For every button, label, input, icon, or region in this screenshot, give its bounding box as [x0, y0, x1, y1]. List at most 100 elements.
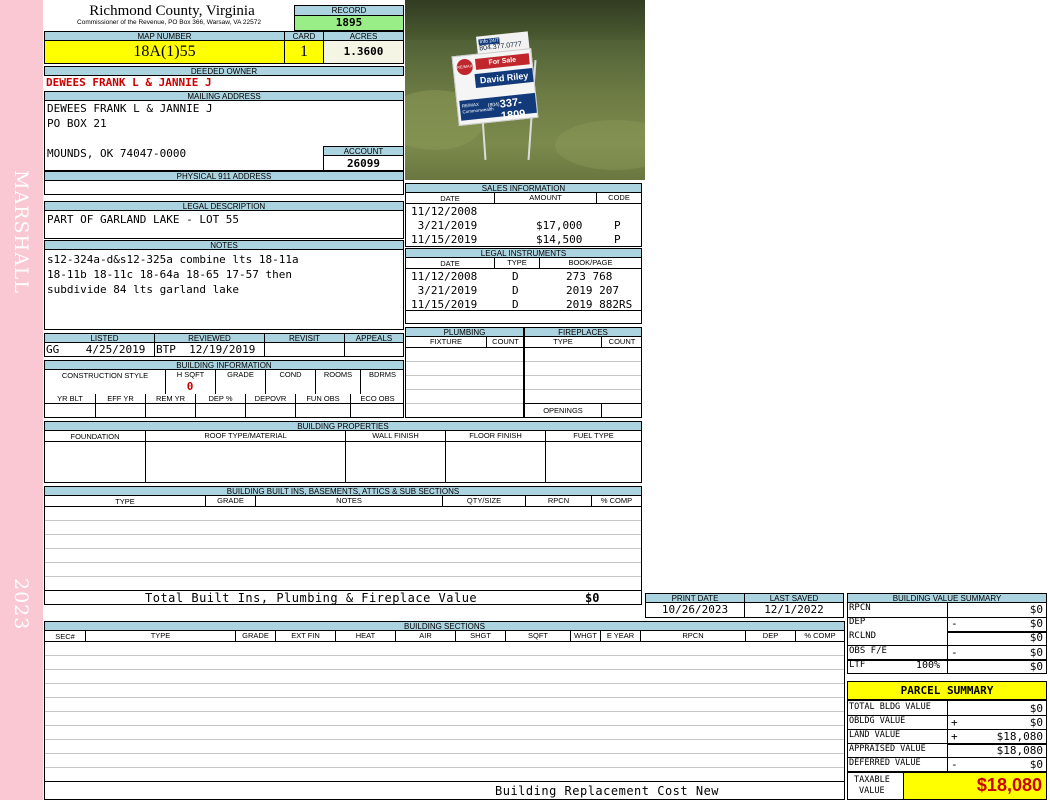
sec-col-heat: HEAT — [335, 631, 395, 642]
bi-bdrms: BDRMS — [360, 370, 403, 382]
sign-for-sale: For Sale — [474, 53, 530, 70]
bvs-row-5-label: LTF — [849, 660, 866, 670]
fireplace-count-col: COUNT — [601, 337, 641, 348]
parcel-summary-table: TOTAL BLDG VALUE $0 OBLDG VALUE + $0 LAN… — [847, 700, 1047, 772]
bvs-row-4-value: $0 — [1029, 646, 1043, 659]
ps-appraised-value: $18,080 — [996, 744, 1043, 757]
ps-obldg-sign: + — [951, 716, 958, 729]
for-sale-sign: RE/MAX For Sale David Riley RE/MAX Commo… — [451, 48, 539, 126]
ps-obldg-label: OBLDG VALUE — [849, 716, 906, 726]
sections-table: SEC# TYPE GRADE EXT FIN HEAT AIR SHGT SQ… — [44, 630, 845, 800]
sales-col-date: DATE — [440, 194, 460, 203]
sec-col-shgt: SHGT — [455, 631, 505, 642]
sec-col-rpcn: RPCN — [640, 631, 745, 642]
sec-col-extfin: EXT FIN — [275, 631, 335, 642]
bi-funobs: FUN OBS — [295, 394, 350, 417]
sec-col-grade: GRADE — [235, 631, 275, 642]
bin-grade: GRADE — [205, 496, 255, 507]
bi-grade: GRADE — [215, 370, 265, 382]
sales-row-2-amount: $17,000 — [536, 219, 583, 232]
sales-row-3-date: 11/15/2019 — [411, 233, 478, 246]
sign-contact: RE/MAX Commonwealth (804) 337-1809 — [459, 92, 537, 122]
sec-col-whgt: WHGT — [570, 631, 600, 642]
prop-floor: FLOOR FINISH — [445, 431, 545, 482]
acres-value: 1.3600 — [323, 40, 404, 64]
instr-row-1-date: 11/12/2008 — [411, 270, 478, 283]
sales-table: DATE AMOUNT CODE 11/12/2008 3/21/2019 $1… — [405, 192, 642, 247]
bi-rooms: ROOMS — [315, 370, 360, 382]
bvs-row-1-label: RPCN — [849, 603, 871, 613]
bvs-row-1-value: $0 — [1029, 603, 1043, 616]
bi-ecoobs: ECO OBS — [350, 394, 403, 417]
sec-col-type: TYPE — [85, 631, 235, 642]
prop-foundation: FOUNDATION — [70, 432, 120, 441]
legal-description-box: PART OF GARLAND LAKE - LOT 55 — [44, 210, 404, 239]
sales-row-1-date: 11/12/2008 — [411, 205, 478, 218]
parcel-summary-title: PARCEL SUMMARY — [847, 681, 1047, 700]
bvs-table: RPCN $0 DEP - $0 RCLND $0 OBS F/E - $0 L… — [847, 602, 1047, 674]
mail-line-2: PO BOX 21 — [47, 117, 107, 130]
taxable-value-box: TAXABLE VALUE $18,080 — [847, 772, 1047, 800]
bi-remyr: REM YR — [145, 394, 195, 417]
sections-footer: Building Replacement Cost New — [495, 784, 720, 798]
instr-col-book: BOOK/PAGE — [539, 258, 641, 269]
sec-col-dep: DEP — [745, 631, 795, 642]
bin-type: TYPE — [115, 497, 135, 506]
ps-land-value: $18,080 — [996, 730, 1043, 743]
bi-hsqft-value: 0 — [186, 380, 194, 393]
mail-line-1: DEWEES FRANK L & JANNIE J — [47, 102, 213, 115]
sales-col-amount: AMOUNT — [494, 193, 596, 204]
instr-row-1-type: D — [512, 270, 519, 283]
instr-col-date: DATE — [440, 259, 460, 268]
notes-box: s12-324a-d&s12-325a combine lts 18-11a 1… — [44, 249, 404, 330]
plumbing-count-col: COUNT — [486, 337, 523, 348]
card-number: 1 — [284, 40, 324, 64]
bi-construction: CONSTRUCTION STYLE — [61, 371, 149, 380]
physical-address-box — [44, 180, 404, 195]
notes-line-1: s12-324a-d&s12-325a combine lts 18-11a — [47, 253, 299, 266]
print-date: 10/26/2023 — [645, 602, 745, 618]
taxable-label-1: TAXABLE — [854, 775, 890, 785]
ps-total-bldg-value: $0 — [1029, 702, 1043, 715]
sec-col-num: SEC# — [55, 632, 75, 641]
sales-row-3-amount: $14,500 — [536, 233, 583, 246]
builtins-table: TYPE GRADE NOTES QTY/SIZE RPCN % COMP To… — [44, 495, 642, 605]
review-row: GG 4/25/2019 BTP 12/19/2019 — [44, 342, 404, 357]
account-number: 26099 — [323, 155, 404, 171]
year-label: 2023 — [10, 578, 32, 631]
county-title: Richmond County, Virginia — [89, 3, 255, 19]
bvs-row-5-value: $0 — [1029, 660, 1043, 673]
taxable-label-2: VALUE — [859, 786, 885, 796]
sign-office: RE/MAX Commonwealth — [461, 101, 494, 115]
fireplaces-table: TYPE COUNT OPENINGS — [524, 336, 642, 418]
sales-row-3-code: P — [614, 233, 621, 246]
notes-line-3: subdivide 84 lts garland lake — [47, 283, 240, 296]
sec-col-air: AIR — [395, 631, 455, 642]
bvs-row-5-pct: 100% — [916, 660, 941, 671]
reviewed-value: BTP 12/19/2019 — [156, 343, 256, 356]
instr-row-1-book: 273 768 — [566, 270, 613, 283]
building-info-table: CONSTRUCTION STYLE H SQFT GRADE COND ROO… — [44, 369, 404, 418]
instr-row-2-date: 3/21/2019 — [411, 284, 478, 297]
deeded-owner-label: DEEDED OWNER — [44, 66, 404, 76]
sign-agent: David Riley — [474, 68, 534, 88]
district-label: MARSHALL — [10, 170, 32, 295]
listed-value: GG 4/25/2019 — [46, 343, 146, 356]
properties-table: FOUNDATION ROOF TYPE/MATERIAL WALL FINIS… — [44, 430, 642, 483]
map-number: 18A(1)55 — [44, 40, 285, 64]
bin-rpcn: RPCN — [525, 496, 591, 507]
instr-col-type: TYPE — [494, 258, 539, 269]
prop-roof: ROOF TYPE/MATERIAL — [145, 431, 345, 482]
bvs-row-3-value: $0 — [1029, 631, 1043, 644]
builtins-total-value: $0 — [585, 591, 600, 605]
sec-col-eyear: E YEAR — [600, 631, 640, 642]
property-photo: Info 24/7 804.377.0777 RE/MAX For Sale D… — [405, 0, 645, 180]
fireplace-openings: OPENINGS — [543, 406, 583, 415]
ps-land-sign: + — [951, 730, 958, 743]
sidebar: MARSHALL 2023 — [0, 0, 43, 800]
instruments-table: DATE TYPE BOOK/PAGE 11/12/2008 D 273 768… — [405, 257, 642, 324]
notes-line-2: 18-11b 18-11c 18-64a 18-65 17-57 then — [47, 268, 293, 281]
bin-notes: NOTES — [255, 496, 442, 507]
ps-obldg-value: $0 — [1029, 716, 1043, 729]
bin-qty: QTY/SIZE — [442, 496, 525, 507]
